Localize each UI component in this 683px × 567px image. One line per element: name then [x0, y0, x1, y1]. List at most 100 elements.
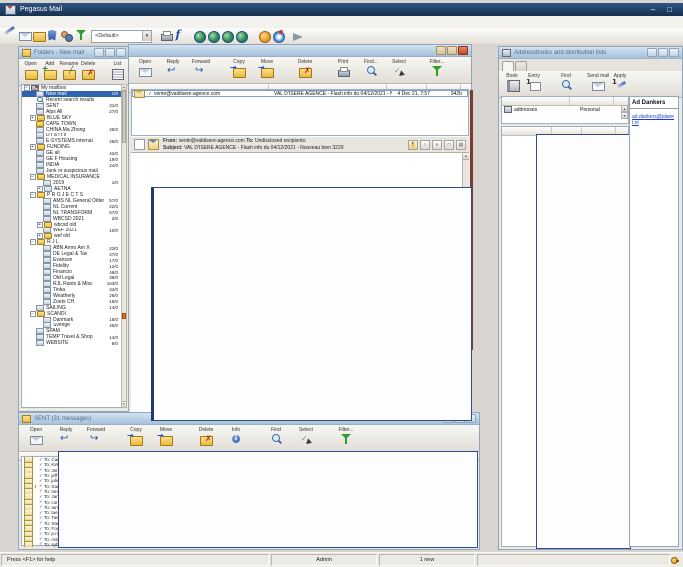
scrollbar-thumb[interactable] [122, 91, 126, 143]
minimize-button[interactable] [94, 48, 104, 57]
tab[interactable] [502, 61, 514, 71]
reader-toolbar-button[interactable]: Open [131, 59, 159, 77]
reader-toolbar-button[interactable]: Filter... [423, 59, 451, 77]
expand-toggle-icon[interactable] [30, 335, 35, 340]
sent-toolbar-button[interactable]: Forward [81, 427, 111, 445]
message-row[interactable]: ✓ vente@valdisere-agence.com VAL D'ISERE… [132, 90, 468, 97]
grid-icon[interactable] [456, 140, 466, 150]
expand-toggle-icon[interactable] [30, 157, 35, 162]
maximize-button[interactable] [105, 48, 115, 57]
expand-toggle-icon[interactable] [37, 186, 43, 192]
reader-toolbar-button[interactable]: Move [253, 59, 281, 77]
close-button[interactable] [458, 46, 468, 55]
globe-search-icon[interactable] [221, 30, 234, 43]
expand-toggle-icon[interactable] [37, 198, 42, 203]
expand-toggle-icon[interactable] [37, 287, 42, 292]
addressbook-toolbar-button[interactable]: Apply [609, 73, 631, 91]
minimize-button[interactable] [436, 46, 446, 55]
expand-toggle-icon[interactable] [30, 127, 35, 132]
folders-toolbar-button[interactable]: Add [40, 61, 59, 79]
sent-toolbar-button[interactable]: Filter... [331, 427, 361, 445]
expand-toggle-icon[interactable] [30, 192, 36, 198]
noticeboard-icon[interactable] [46, 30, 59, 43]
expand-toggle-icon[interactable] [37, 246, 42, 251]
sent-toolbar-button[interactable]: Select [291, 427, 321, 445]
expand-toggle-icon[interactable] [30, 139, 35, 144]
expand-toggle-icon[interactable] [30, 305, 35, 310]
sent-toolbar-button[interactable]: Copy [121, 427, 151, 445]
reader-toolbar-button[interactable]: Find... [357, 59, 385, 77]
reader-window-titlebar[interactable] [129, 45, 471, 57]
expand-toggle-icon[interactable] [37, 210, 42, 215]
addressbook-toolbar-button[interactable]: Find [555, 73, 577, 91]
expand-toggle-icon[interactable] [37, 216, 42, 221]
expand-toggle-icon[interactable] [37, 252, 42, 257]
entry-email-link[interactable]: ad.dankers@planet.nl [630, 109, 678, 131]
maximize-button[interactable] [447, 46, 457, 55]
expand-toggle-icon[interactable] [30, 115, 36, 121]
folder-tree-item[interactable]: RJL Rants & Misc 153/0 [22, 281, 121, 287]
icq-icon[interactable] [272, 30, 285, 43]
ball-icon[interactable] [258, 30, 271, 43]
compose-icon[interactable] [4, 30, 17, 43]
addressbook-toolbar-button[interactable]: Entry [523, 73, 545, 91]
folders-toolbar-button[interactable]: List [108, 61, 127, 79]
addressbook-toolbar-button[interactable]: Book [501, 73, 523, 91]
send-queue-icon[interactable] [292, 30, 305, 43]
open-folder-icon[interactable] [32, 30, 45, 43]
minimize-button[interactable]: – [651, 5, 655, 15]
folder-tree-scrollbar[interactable]: ▲ ▼ [121, 84, 127, 408]
expand-toggle-icon[interactable] [37, 275, 42, 280]
script-f-icon[interactable] [173, 30, 186, 43]
expand-toggle-icon[interactable] [37, 270, 42, 275]
minimize-button[interactable] [647, 48, 657, 57]
print-icon[interactable] [159, 30, 172, 43]
folders-toolbar-button[interactable]: Open [21, 61, 40, 79]
scroll-down-icon[interactable]: ▼ [122, 401, 126, 407]
expand-toggle-icon[interactable] [30, 91, 35, 96]
column-header[interactable] [570, 97, 614, 105]
sent-toolbar-button[interactable]: Open [21, 427, 51, 445]
sent-toolbar-button[interactable]: Find [261, 427, 291, 445]
restore-button[interactable]: □ [667, 5, 672, 15]
chevrons-icon[interactable] [432, 140, 442, 150]
expand-toggle-icon[interactable] [30, 163, 35, 168]
expand-toggle-icon[interactable] [30, 329, 35, 334]
identity-dropdown[interactable]: <Default> ▼ [91, 30, 152, 43]
scroll-up-icon[interactable]: ▲ [621, 105, 628, 112]
sent-toolbar-button[interactable]: Move [151, 427, 181, 445]
expand-toggle-icon[interactable] [30, 109, 35, 114]
addressbook-toolbar-button[interactable]: Send mail [587, 73, 609, 91]
reader-toolbar-button[interactable]: Delete [291, 59, 319, 77]
expand-toggle-icon[interactable] [37, 228, 42, 233]
window-icon[interactable] [444, 140, 454, 150]
updown-icon[interactable] [420, 140, 430, 150]
expand-toggle-icon[interactable] [30, 121, 35, 126]
expand-toggle-icon[interactable] [37, 293, 42, 298]
reader-toolbar-button[interactable]: Select [385, 59, 413, 77]
expand-toggle-icon[interactable] [37, 323, 42, 328]
folders-window-titlebar[interactable]: Folders - New mail [19, 47, 129, 59]
expand-toggle-icon[interactable] [30, 174, 36, 180]
globe-web-icon[interactable] [235, 30, 248, 43]
scroll-up-icon[interactable]: ▲ [463, 153, 469, 160]
expand-toggle-icon[interactable] [30, 169, 35, 174]
expand-toggle-icon[interactable] [30, 103, 35, 108]
expand-toggle-icon[interactable] [30, 97, 35, 102]
chevron-down-icon[interactable]: ▼ [142, 31, 151, 41]
expand-toggle-icon[interactable] [37, 299, 42, 304]
expand-toggle-icon[interactable] [30, 133, 35, 138]
sent-toolbar-button[interactable]: Info [221, 427, 251, 445]
expand-toggle-icon[interactable] [30, 151, 35, 156]
tab[interactable] [515, 61, 527, 71]
maximize-button[interactable] [658, 48, 668, 57]
scroll-down-icon[interactable]: ▼ [621, 112, 628, 119]
addressbook-icon[interactable] [60, 30, 73, 43]
globe-mail-icon[interactable] [193, 30, 206, 43]
expand-toggle-icon[interactable] [30, 311, 36, 317]
expand-toggle-icon[interactable] [37, 204, 42, 209]
addressbook-row[interactable]: addresses Personal [502, 106, 628, 113]
expand-toggle-icon[interactable] [37, 317, 42, 322]
expand-toggle-icon[interactable] [37, 258, 42, 263]
reader-toolbar-button[interactable]: Print [329, 59, 357, 77]
